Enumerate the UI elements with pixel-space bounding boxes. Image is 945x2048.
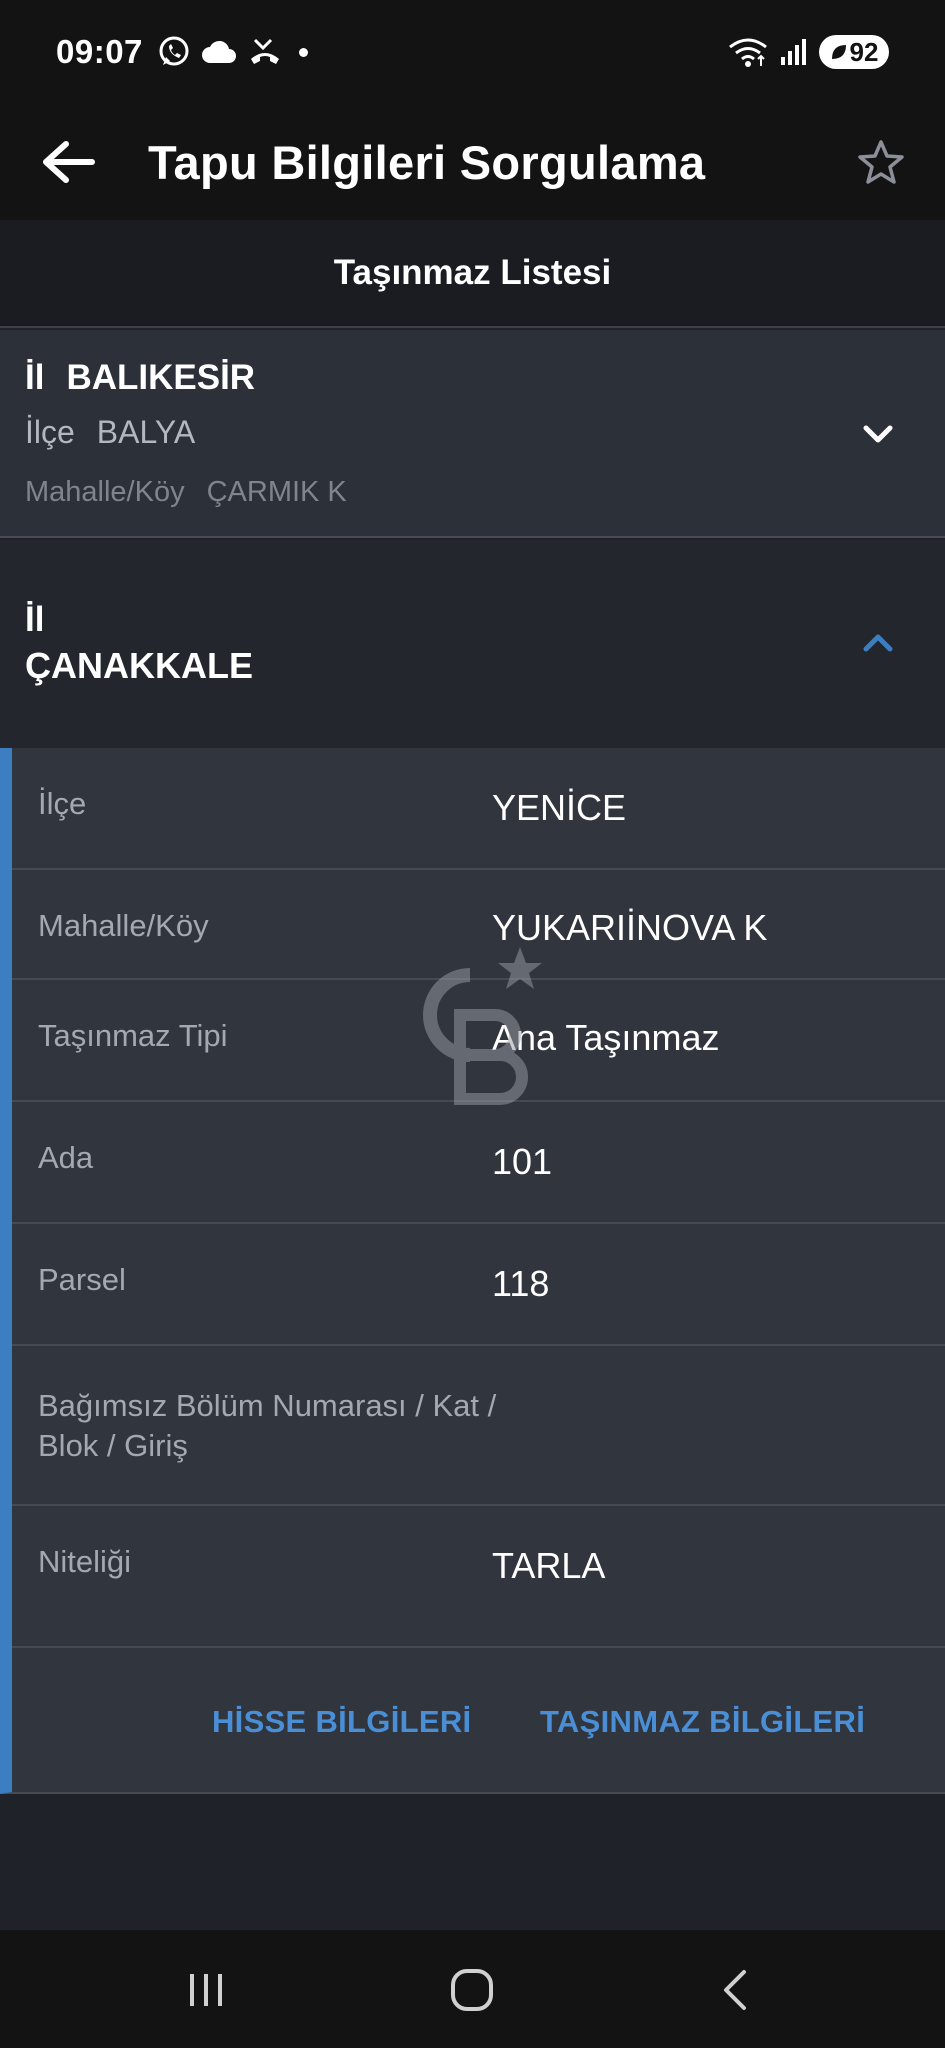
il-label: İl	[25, 358, 45, 397]
arrow-left-icon	[43, 141, 95, 183]
detail-value: YUKARIİNOVA K	[492, 907, 768, 948]
detail-label: Ada	[38, 1140, 94, 1175]
il-value: BALIKESİR	[66, 358, 256, 397]
recent-apps-button[interactable]	[176, 1960, 236, 2020]
detail-value: TARLA	[492, 1545, 606, 1586]
favorite-button[interactable]	[853, 134, 909, 190]
detail-value: 118	[492, 1263, 550, 1304]
card-actions: HİSSE BİLGİLERİ TAŞINMAZ BİLGİLERİ	[12, 1648, 945, 1794]
home-button[interactable]	[442, 1960, 502, 2020]
detail-row-bagimsiz-bolum: Bağımsız Bölüm Numarası / Kat / Blok / G…	[12, 1346, 945, 1506]
star-outline-icon	[858, 140, 904, 184]
watermark-logo-icon	[423, 947, 542, 1105]
card-ilce-row: İlçe BALYA	[25, 414, 195, 451]
app-bar: Tapu Bilgileri Sorgulama	[0, 104, 945, 220]
mahalle-value: ÇARMIK K	[206, 476, 347, 508]
detail-label: Mahalle/Köy	[38, 908, 209, 943]
ilce-value: BALYA	[96, 414, 196, 450]
detail-row-parsel: Parsel 118	[12, 1224, 945, 1346]
il-value: ÇANAKKALE	[25, 645, 253, 686]
chevron-up-icon[interactable]	[858, 623, 898, 663]
detail-value: 101	[492, 1141, 553, 1182]
detail-row-ilce: İlçe YENİCE	[12, 748, 945, 870]
hisse-bilgileri-button[interactable]: HİSSE BİLGİLERİ	[212, 1704, 471, 1740]
whatsapp-icon	[159, 36, 189, 66]
list-title: Taşınmaz Listesi	[333, 253, 612, 292]
property-card-collapsed[interactable]: İl BALIKESİR İlçe BALYA Mahalle/Köy ÇARMIK …	[0, 330, 945, 538]
status-notification-icons	[157, 35, 283, 69]
chevron-down-icon[interactable]	[858, 414, 898, 454]
tasinmaz-bilgileri-button[interactable]: TAŞINMAZ BİLGİLERİ	[540, 1704, 865, 1740]
signal-icon	[781, 39, 806, 65]
battery-saver-leaf-icon	[831, 45, 846, 59]
battery-level: 92	[849, 36, 879, 67]
property-card-expanded-header[interactable]: İl ÇANAKKALE	[0, 540, 945, 748]
detail-label: Taşınmaz Tipi	[38, 1018, 228, 1053]
system-back-button[interactable]	[706, 1960, 766, 2020]
recent-apps-icon	[190, 1974, 222, 2006]
status-system-icons: 92	[727, 35, 889, 69]
status-time: 09:07	[56, 33, 143, 70]
card-il-row: İl BALIKESİR	[25, 358, 255, 398]
cloud-icon	[201, 40, 236, 63]
detail-row-ada: Ada 101	[12, 1102, 945, 1224]
status-bar: 09:07 92	[0, 0, 945, 104]
ilce-label: İlçe	[25, 414, 75, 450]
home-icon	[451, 1969, 493, 2011]
list-header: Taşınmaz Listesi	[0, 220, 945, 328]
detail-label: Niteliği	[38, 1544, 132, 1579]
detail-value: YENİCE	[492, 787, 627, 828]
mahalle-label: Mahalle/Köy	[25, 476, 185, 508]
detail-label: Parsel	[38, 1262, 126, 1297]
chevron-left-icon	[724, 1970, 746, 2010]
detail-row-niteligi: Niteliği TARLA	[12, 1506, 945, 1648]
detail-label: Bağımsız Bölüm Numarası / Kat / Blok / G…	[38, 1388, 497, 1463]
page-title: Tapu Bilgileri Sorgulama	[148, 135, 706, 189]
back-button[interactable]	[38, 132, 98, 192]
property-details: İlçe YENİCE Mahalle/Köy YUKARIİNOVA K Ta…	[0, 748, 945, 1794]
status-more-dot	[298, 47, 308, 57]
detail-label: İlçe	[38, 786, 87, 821]
card-mahalle-row: Mahalle/Köy ÇARMIK K	[25, 476, 347, 509]
battery-icon: 92	[819, 35, 889, 69]
wifi-icon	[729, 38, 767, 67]
il-label: İl	[25, 600, 45, 639]
system-navigation-bar	[0, 1930, 945, 2048]
missed-call-icon	[250, 38, 279, 64]
